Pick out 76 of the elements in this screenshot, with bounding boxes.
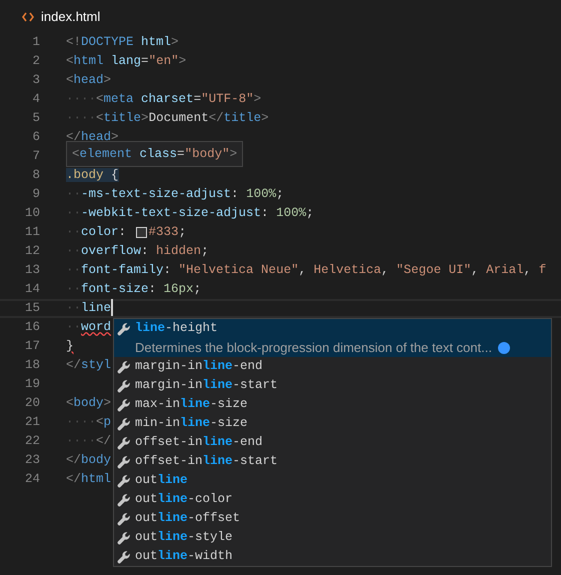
wrench-icon xyxy=(117,454,131,468)
code-line: ····<p xyxy=(66,415,112,430)
wrench-icon xyxy=(117,474,131,488)
line-number: 12 xyxy=(24,243,40,260)
line-number: 15 xyxy=(24,300,40,318)
line-number: 20 xyxy=(24,395,40,412)
wrench-icon xyxy=(117,550,131,564)
text-cursor xyxy=(111,299,114,316)
suggestion-item[interactable]: margin-inline-start xyxy=(114,376,551,395)
line-number: 17 xyxy=(24,338,40,356)
line-number: 2 xyxy=(31,53,40,70)
code-line: <html lang="en"> xyxy=(66,54,186,68)
suggestion-item[interactable]: min-inline-size xyxy=(114,414,551,433)
line-number: 8 xyxy=(31,167,40,184)
code-line: ····</ xyxy=(66,434,112,448)
code-line: <head> xyxy=(66,73,112,88)
line-number: 5 xyxy=(31,110,40,128)
hover-tooltip: <element class="body"> xyxy=(66,141,244,167)
code-line: ··word xyxy=(66,320,112,334)
line-number: 13 xyxy=(24,262,40,280)
line-number: 1 xyxy=(31,34,40,52)
line-number: 4 xyxy=(31,91,40,108)
code-line: ··overflow: hidden; xyxy=(66,244,209,258)
code-line: ····<title>Document</title> xyxy=(66,111,269,126)
line-number: 7 xyxy=(31,148,40,166)
code-line: ··-webkit-text-size-adjust: 100%; xyxy=(66,206,314,220)
code-line: ··line xyxy=(66,301,114,316)
wrench-icon xyxy=(117,530,131,544)
tab-title[interactable]: index.html xyxy=(41,6,100,26)
wrench-icon xyxy=(117,360,131,374)
suggestion-item[interactable]: offset-inline-start xyxy=(114,452,551,471)
line-number: 19 xyxy=(24,376,40,394)
suggestion-item[interactable]: max-inline-size xyxy=(114,395,551,414)
code-line: ··font-size: 16px; xyxy=(66,282,202,296)
code-brackets-icon xyxy=(22,12,34,22)
line-number: 23 xyxy=(24,452,40,470)
code-line: ····<meta charset="UTF-8"> xyxy=(66,92,262,106)
suggestion-item[interactable]: outline-offset xyxy=(114,509,551,528)
info-icon[interactable] xyxy=(498,342,510,354)
line-number: 18 xyxy=(24,357,40,374)
wrench-icon xyxy=(117,512,131,526)
suggestion-item[interactable]: margin-inline-end xyxy=(114,357,551,376)
line-number: 11 xyxy=(24,224,40,242)
code-line: <body> xyxy=(66,396,112,410)
wrench-icon xyxy=(117,322,131,336)
suggestion-item[interactable]: outline xyxy=(114,471,551,490)
wrench-icon xyxy=(117,416,131,430)
code-line: } xyxy=(66,339,74,354)
suggestion-item[interactable]: outline-width xyxy=(114,547,551,566)
code-line: ··font-family: "Helvetica Neue", Helvetica, "Segoe UI", Arial, f xyxy=(66,263,546,278)
code-line: </html xyxy=(66,472,112,486)
code-line: </body xyxy=(66,453,112,468)
color-swatch-icon[interactable] xyxy=(136,227,147,238)
wrench-icon xyxy=(117,378,131,392)
wrench-icon xyxy=(117,436,131,450)
line-number: 24 xyxy=(24,471,40,488)
line-number: 9 xyxy=(31,186,40,204)
suggestion-item[interactable]: line-height Determines the block-progression dimension of the text cont... xyxy=(114,319,551,357)
wrench-icon xyxy=(117,492,131,506)
code-line: <!DOCTYPE html> xyxy=(66,35,179,50)
code-text: ··color: xyxy=(66,224,128,242)
line-number: 10 xyxy=(24,205,40,222)
line-number: 16 xyxy=(24,319,40,336)
code-line: </styl xyxy=(66,358,112,372)
line-number: 14 xyxy=(24,281,40,298)
suggestion-item[interactable]: outline-style xyxy=(114,528,551,547)
suggestion-item[interactable]: outline-color xyxy=(114,490,551,509)
line-number: 6 xyxy=(31,129,40,146)
suggestion-description: Determines the block-progression dimension of the text cont... xyxy=(135,338,492,357)
line-number: 3 xyxy=(31,72,40,90)
wrench-icon xyxy=(117,398,131,412)
suggestion-item[interactable]: offset-inline-end xyxy=(114,433,551,452)
line-number: 21 xyxy=(24,414,40,432)
line-number: 22 xyxy=(24,433,40,450)
code-text: #333; xyxy=(148,224,186,242)
code-line: ··-ms-text-size-adjust: 100%; xyxy=(66,187,284,202)
